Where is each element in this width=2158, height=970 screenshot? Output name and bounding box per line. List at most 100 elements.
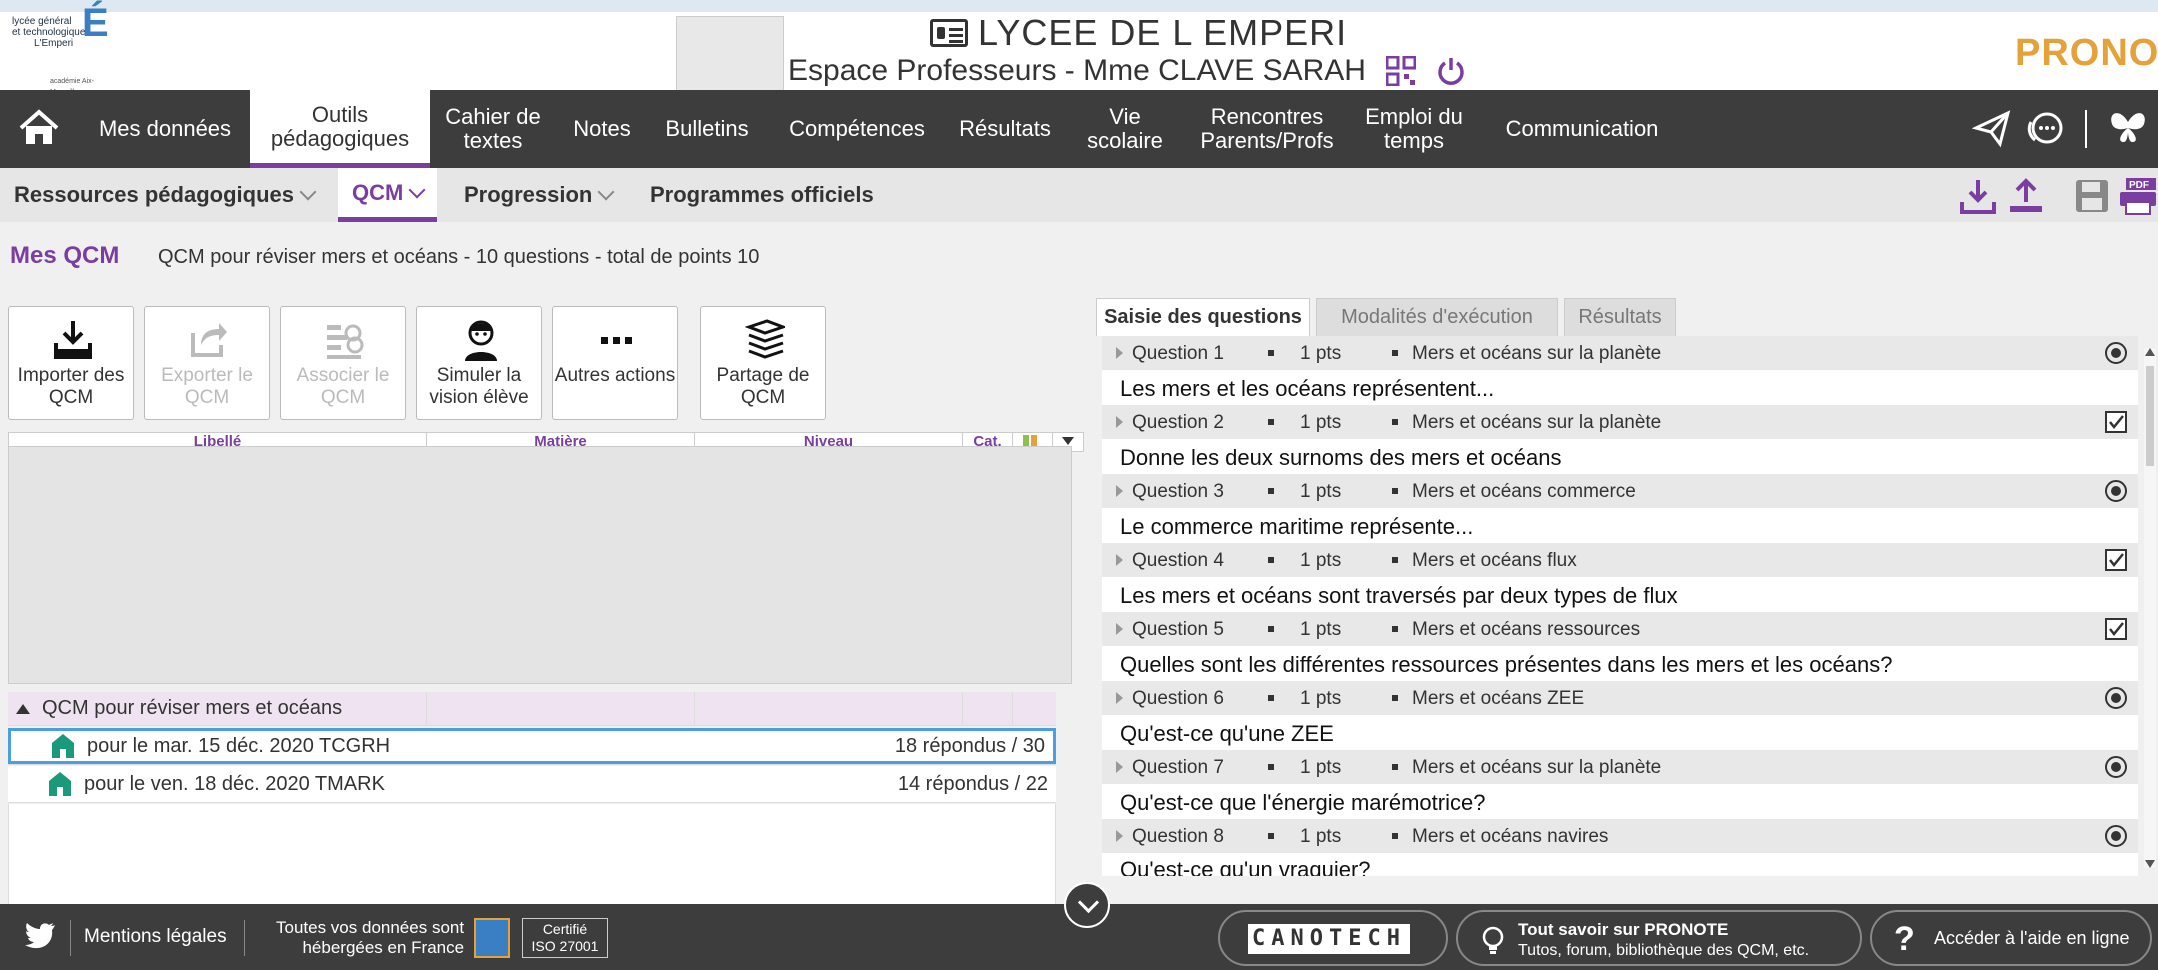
nav-rencontres[interactable]: Rencontres Parents/Profs xyxy=(1186,90,1348,168)
subnav-ressources[interactable]: Ressources pédagogiques xyxy=(14,168,317,222)
single-choice-icon xyxy=(2105,756,2127,778)
nav-emploi-du-temps[interactable]: Emploi du temps xyxy=(1358,90,1470,168)
twitter-icon[interactable] xyxy=(24,922,56,950)
table-row[interactable]: pour le mar. 15 déc. 2020 TCGRH 18 répon… xyxy=(8,728,1056,764)
expand-triangle-icon[interactable] xyxy=(1116,692,1123,704)
nav-communication[interactable]: Communication xyxy=(1486,90,1678,168)
home-icon[interactable] xyxy=(18,108,60,148)
export-qcm-button[interactable]: Exporter le QCM xyxy=(144,306,270,420)
nav-resultats[interactable]: Résultats xyxy=(948,90,1062,168)
tab-resultats[interactable]: Résultats xyxy=(1564,298,1676,336)
sub-nav: Ressources pédagogiques QCM Progression … xyxy=(0,168,2158,222)
expand-triangle-icon[interactable] xyxy=(1116,554,1123,566)
question-header-8[interactable]: Question 8 1 pts Mers et océans navires xyxy=(1102,819,2138,853)
subnav-label: Ressources pédagogiques xyxy=(14,182,294,207)
table-row[interactable]: pour le ven. 18 déc. 2020 TMARK 14 répon… xyxy=(8,766,1056,802)
subnav-programmes[interactable]: Programmes officiels xyxy=(650,168,874,222)
question-topic: Mers et océans commerce xyxy=(1412,481,1636,502)
id-card-icon xyxy=(930,19,968,47)
question-scrollbar[interactable] xyxy=(2144,348,2156,868)
butterfly-icon[interactable] xyxy=(2108,108,2148,148)
scroll-down-icon[interactable] xyxy=(2145,860,2155,868)
canotech-button[interactable]: CANOTECH xyxy=(1218,910,1448,966)
question-header-5[interactable]: Question 5 1 pts Mers et océans ressourc… xyxy=(1102,612,2138,646)
question-header-7[interactable]: Question 7 1 pts Mers et océans sur la p… xyxy=(1102,750,2138,784)
question-text[interactable]: Qu'est-ce que l'énergie marémotrice? xyxy=(1120,790,1485,816)
legal-link[interactable]: Mentions légales xyxy=(84,926,227,948)
print-pdf-icon[interactable]: PDF xyxy=(2118,176,2158,216)
question-text[interactable]: Les mers et les océans représentent... xyxy=(1120,376,1494,402)
bullet-icon xyxy=(1392,833,1398,839)
question-text[interactable]: Les mers et océans sont traversés par de… xyxy=(1120,583,1678,609)
question-header-2[interactable]: Question 2 1 pts Mers et océans sur la p… xyxy=(1102,405,2138,439)
save-icon[interactable] xyxy=(2072,176,2112,216)
nav-notes[interactable]: Notes xyxy=(560,90,644,168)
bullet-icon xyxy=(1268,350,1274,356)
qcm-group-row[interactable]: QCM pour réviser mers et océans xyxy=(8,692,1056,726)
question-text[interactable]: Le commerce maritime représente... xyxy=(1120,514,1473,540)
school-logo: lycée général et technologique L'Emperi … xyxy=(12,3,120,96)
subnav-qcm[interactable]: QCM xyxy=(338,168,438,222)
tab-saisie-questions[interactable]: Saisie des questions xyxy=(1096,298,1310,336)
nav-competences[interactable]: Compétences xyxy=(774,90,940,168)
import-qcm-button[interactable]: Importer des QCM xyxy=(8,306,134,420)
question-header-4[interactable]: Question 4 1 pts Mers et océans flux xyxy=(1102,543,2138,577)
question-text[interactable]: Qu'est-ce qu'un vraquier? xyxy=(1120,857,1371,876)
qr-code-icon[interactable] xyxy=(1385,56,1416,86)
other-actions-button[interactable]: Autres actions xyxy=(552,306,678,420)
upload-icon[interactable] xyxy=(2006,176,2046,216)
question-number: Question 8 xyxy=(1132,826,1224,847)
expand-triangle-icon[interactable] xyxy=(1116,830,1123,842)
expand-triangle-icon[interactable] xyxy=(1116,347,1123,359)
nav-vie-scolaire[interactable]: Vie scolaire xyxy=(1078,90,1172,168)
expand-triangle-icon[interactable] xyxy=(1116,416,1123,428)
expand-triangle-icon[interactable] xyxy=(1116,761,1123,773)
column-divider xyxy=(1012,692,1013,726)
power-icon[interactable] xyxy=(1436,56,1466,86)
bullet-icon xyxy=(1392,695,1398,701)
collapse-triangle-icon[interactable] xyxy=(16,703,30,714)
send-icon[interactable] xyxy=(1972,108,2012,148)
about-pronote-button[interactable]: Tout savoir sur PRONOTE Tutos, forum, bi… xyxy=(1456,910,1862,966)
scroll-thumb[interactable] xyxy=(2146,366,2154,466)
canotech-logo: CANOTECH xyxy=(1248,924,1410,954)
associate-qcm-button[interactable]: Associer le QCM xyxy=(280,306,406,420)
question-header-3[interactable]: Question 3 1 pts Mers et océans commerce xyxy=(1102,474,2138,508)
question-text[interactable]: Quelles sont les différentes ressources … xyxy=(1120,652,1892,678)
lightbulb-icon xyxy=(1482,926,1504,954)
question-text[interactable]: Qu'est-ce qu'une ZEE xyxy=(1120,721,1334,747)
question-header-1[interactable]: Question 1 1 pts Mers et océans sur la p… xyxy=(1102,336,2138,370)
column-divider xyxy=(694,692,695,726)
scroll-up-icon[interactable] xyxy=(2145,348,2155,356)
subnav-progression[interactable]: Progression xyxy=(464,168,615,222)
multiple-choice-icon xyxy=(2105,411,2127,433)
collapse-footer-button[interactable] xyxy=(1064,882,1110,928)
main-nav: Mes données Outils pédagogiques Cahier d… xyxy=(0,90,2158,168)
question-list: Question 1 1 pts Mers et océans sur la p… xyxy=(1102,336,2138,876)
online-help-button[interactable]: ? Accéder à l'aide en ligne xyxy=(1870,910,2152,966)
expand-triangle-icon[interactable] xyxy=(1116,485,1123,497)
chat-icon[interactable] xyxy=(2025,108,2065,148)
page-description: QCM pour réviser mers et océans - 10 que… xyxy=(158,246,760,268)
help-label: Accéder à l'aide en ligne xyxy=(1934,928,2130,948)
simulate-student-view-button[interactable]: Simuler la vision élève xyxy=(416,306,542,420)
iso-line: ISO 27001 xyxy=(531,938,599,954)
question-number: Question 6 xyxy=(1132,688,1224,709)
tab-modalites-execution[interactable]: Modalités d'exécution xyxy=(1316,298,1558,336)
bullet-icon xyxy=(1268,833,1274,839)
row-divider xyxy=(8,802,1056,803)
header: lycée général et technologique L'Emperi … xyxy=(0,3,2158,96)
bullet-icon xyxy=(1268,695,1274,701)
share-qcm-button[interactable]: Partage de QCM xyxy=(700,306,826,420)
nav-mes-donnees[interactable]: Mes données xyxy=(80,90,250,168)
question-text[interactable]: Donne les deux surnoms des mers et océan… xyxy=(1120,445,1561,471)
about-title: Tout savoir sur PRONOTE xyxy=(1518,920,1729,939)
row-divider xyxy=(8,764,1056,765)
download-icon[interactable] xyxy=(1958,176,1998,216)
question-header-6[interactable]: Question 6 1 pts Mers et océans ZEE xyxy=(1102,681,2138,715)
multiple-choice-icon xyxy=(2105,549,2127,571)
nav-cahier-de-textes[interactable]: Cahier de textes xyxy=(432,90,554,168)
nav-bulletins[interactable]: Bulletins xyxy=(650,90,764,168)
nav-outils-pedagogiques[interactable]: Outils pédagogiques xyxy=(250,90,430,168)
expand-triangle-icon[interactable] xyxy=(1116,623,1123,635)
